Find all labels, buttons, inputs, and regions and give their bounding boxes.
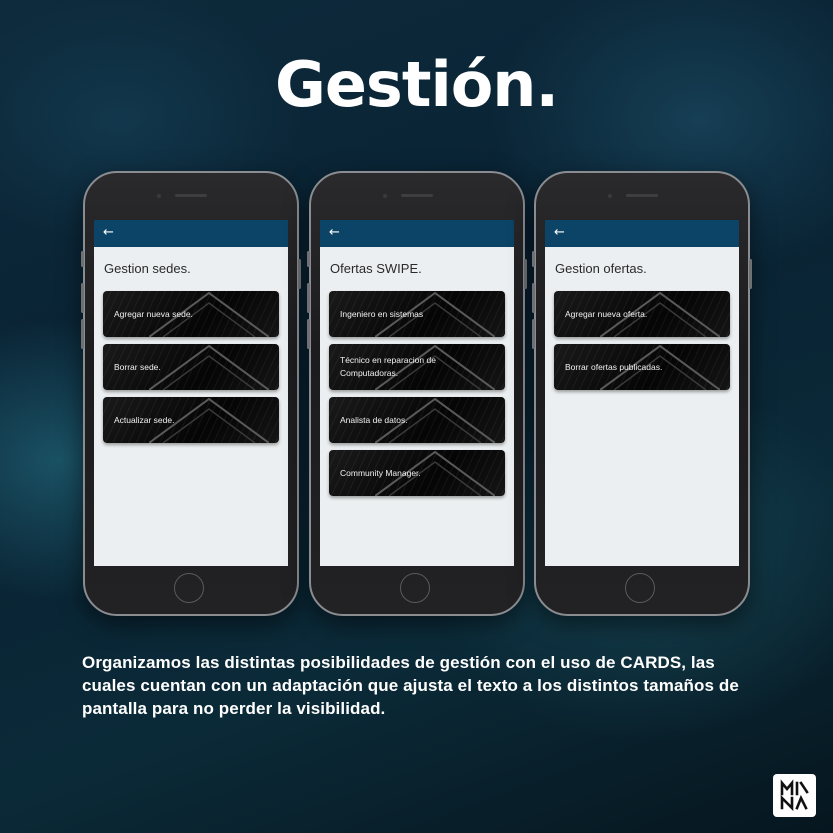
home-button[interactable] [174, 573, 204, 603]
card-label: Community Manager. [340, 467, 421, 478]
screen-title: Gestion sedes. [104, 261, 191, 276]
earpiece-speaker [401, 194, 433, 197]
volume-up-button [81, 283, 84, 313]
card-tecnico-reparacion[interactable]: Técnico en reparacion de Computadoras. [329, 344, 505, 390]
mute-switch [532, 251, 535, 267]
phone-mockup: ← Gestion sedes. Agregar nueva sede. Bor… [81, 171, 301, 616]
card-label: Agregar nueva oferta. [565, 308, 648, 319]
chevron-pattern [149, 344, 269, 390]
arrow-left-icon[interactable]: ← [329, 223, 340, 243]
volume-up-button [532, 283, 535, 313]
card-borrar-ofertas[interactable]: Borrar ofertas publicadas. [554, 344, 730, 390]
card-ingeniero-sistemas[interactable]: Ingeniero en sistemas [329, 291, 505, 337]
phone-screen: ← Gestion ofertas. Agregar nueva oferta.… [545, 220, 739, 566]
volume-up-button [307, 283, 310, 313]
phone-screen: ← Ofertas SWIPE. Ingeniero en sistemas T… [320, 220, 514, 566]
phone-mockup: ← Ofertas SWIPE. Ingeniero en sistemas T… [307, 171, 527, 616]
brand-logo-icon [780, 779, 809, 812]
card-agregar-oferta[interactable]: Agregar nueva oferta. [554, 291, 730, 337]
card-agregar-sede[interactable]: Agregar nueva sede. [103, 291, 279, 337]
home-button[interactable] [625, 573, 655, 603]
volume-down-button [307, 319, 310, 349]
app-bar: ← [94, 220, 288, 247]
card-label: Técnico en reparacion de Computadoras. [340, 355, 436, 378]
screen-title: Gestion ofertas. [555, 261, 647, 276]
page-title: Gestión. [274, 48, 559, 121]
description-text: Organizamos las distintas posibilidades … [82, 653, 739, 718]
power-button [298, 259, 301, 289]
app-bar: ← [545, 220, 739, 247]
card-label: Ingeniero en sistemas [340, 308, 424, 319]
earpiece-speaker [626, 194, 658, 197]
front-camera [157, 194, 161, 198]
brand-logo [773, 774, 816, 817]
card-analista-datos[interactable]: Analista de datos. [329, 397, 505, 443]
card-community-manager[interactable]: Community Manager. [329, 450, 505, 496]
phone-screen: ← Gestion sedes. Agregar nueva sede. Bor… [94, 220, 288, 566]
volume-down-button [81, 319, 84, 349]
home-button[interactable] [400, 573, 430, 603]
card-actualizar-sede[interactable]: Actualizar sede. [103, 397, 279, 443]
card-label: Actualizar sede. [114, 414, 175, 425]
arrow-left-icon[interactable]: ← [554, 223, 565, 243]
phone-mockup: ← Gestion ofertas. Agregar nueva oferta.… [532, 171, 752, 616]
front-camera [383, 194, 387, 198]
volume-down-button [532, 319, 535, 349]
front-camera [608, 194, 612, 198]
mute-switch [81, 251, 84, 267]
mute-switch [307, 251, 310, 267]
card-label: Borrar ofertas publicadas. [565, 361, 663, 372]
card-label: Borrar sede. [114, 361, 161, 372]
power-button [524, 259, 527, 289]
arrow-left-icon[interactable]: ← [103, 223, 114, 243]
screen-title: Ofertas SWIPE. [330, 261, 422, 276]
power-button [749, 259, 752, 289]
earpiece-speaker [175, 194, 207, 197]
card-borrar-sede[interactable]: Borrar sede. [103, 344, 279, 390]
card-label: Analista de datos. [340, 414, 408, 425]
app-bar: ← [320, 220, 514, 247]
card-label: Agregar nueva sede. [114, 308, 193, 319]
